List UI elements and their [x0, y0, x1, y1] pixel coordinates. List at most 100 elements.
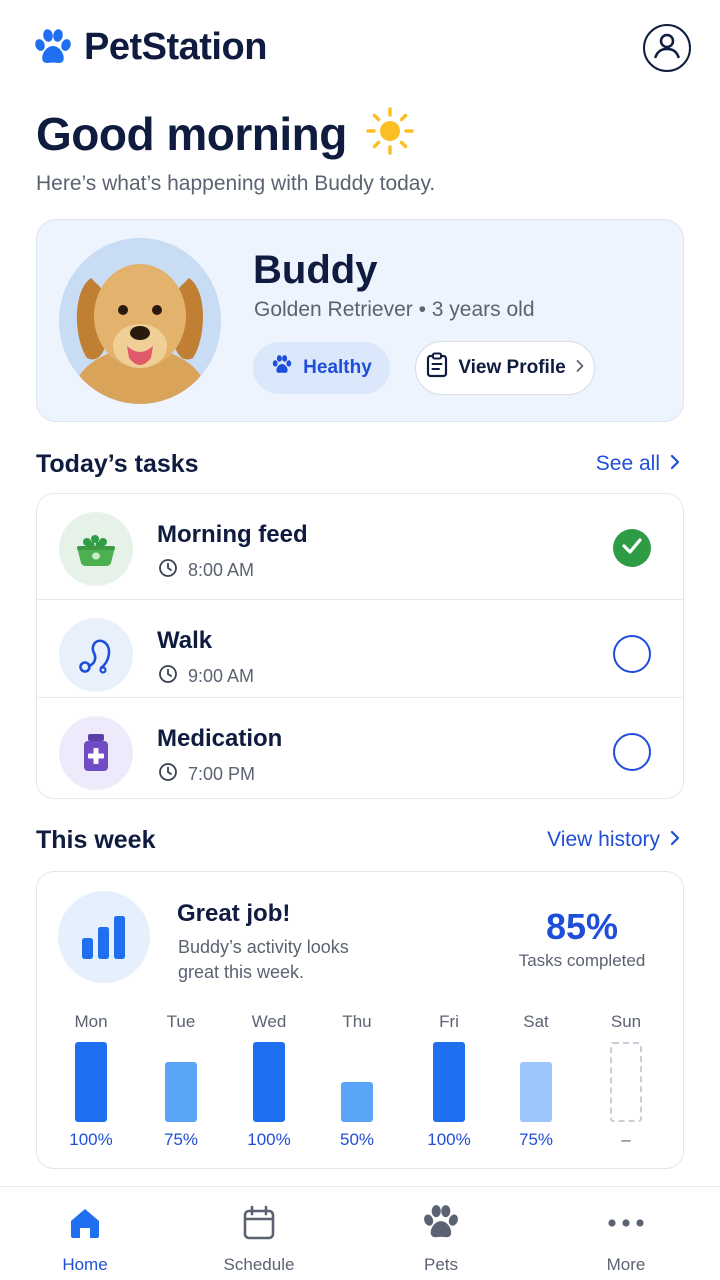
greeting-subtitle: Here’s what’s happening with Buddy today… [36, 172, 436, 195]
day-value: 100% [69, 1130, 113, 1149]
task-time: 8:00 AM [158, 558, 254, 583]
view-profile-label: View Profile [458, 357, 566, 378]
activity-bar [165, 1062, 197, 1122]
nav-more[interactable]: More [576, 1203, 676, 1275]
chevron-right-icon [670, 452, 680, 476]
bar-track [520, 1042, 552, 1122]
greeting: Good morning [36, 106, 415, 161]
bar-track [165, 1042, 197, 1122]
task-complete-checkbox[interactable] [613, 733, 651, 771]
day-label: Fri [439, 1012, 459, 1031]
activity-bar [75, 1042, 107, 1122]
task-name: Morning feed [157, 521, 308, 548]
task-time: 7:00 PM [158, 762, 255, 787]
pet-card[interactable]: Buddy Golden Retriever • 3 years old Hea… [36, 219, 684, 422]
nav-schedule-label: Schedule [223, 1255, 295, 1274]
day-value: 75% [163, 1130, 199, 1149]
pet-avatar [59, 238, 221, 404]
day-column: Wed 100% [234, 1012, 304, 1149]
nav-pets-label: Pets [423, 1255, 459, 1274]
day-label: Tue [166, 1012, 196, 1031]
completion-percent: 85% [545, 906, 619, 947]
activity-bar [520, 1062, 552, 1122]
bar-track [433, 1042, 465, 1122]
view-profile-button[interactable]: View Profile [415, 341, 595, 395]
food-bowl-icon [59, 512, 133, 586]
day-label: Wed [251, 1012, 287, 1031]
task-row[interactable]: Walk 9:00 AM [37, 599, 683, 699]
task-time-label: 7:00 PM [188, 764, 256, 784]
leash-icon [59, 618, 133, 692]
see-all-link[interactable]: See all [596, 452, 680, 476]
home-icon [35, 1203, 135, 1243]
activity-bar [253, 1042, 285, 1122]
clock-icon [158, 558, 178, 583]
brand-name: PetStation [84, 26, 267, 68]
bar-chart-icon [58, 891, 150, 983]
page-title: Good morning [36, 107, 347, 160]
chevron-right-icon [575, 357, 585, 379]
account-button[interactable] [643, 24, 691, 72]
day-column: Thu 50% [322, 1012, 392, 1149]
task-name: Walk [157, 627, 213, 654]
bar-track [75, 1042, 107, 1122]
nav-home-label: Home [62, 1255, 108, 1274]
clock-icon [158, 762, 178, 787]
week-headline: Great job! [177, 900, 291, 927]
paw-icon [32, 27, 74, 69]
bar-track [341, 1042, 373, 1122]
task-name: Medication [157, 725, 283, 752]
bar-track [610, 1042, 642, 1122]
day-label: Thu [342, 1012, 372, 1031]
week-description: Buddy’s activity looks great this week. [178, 937, 349, 982]
pet-age: 3 years old [431, 298, 535, 321]
bar-track [253, 1042, 285, 1122]
day-label: Mon [74, 1012, 108, 1031]
nav-home[interactable]: Home [35, 1203, 135, 1275]
paw-icon [271, 354, 293, 382]
day-column: Sat 75% [501, 1012, 571, 1149]
paw-icon [391, 1203, 491, 1243]
nav-more-label: More [606, 1255, 646, 1274]
task-time-label: 8:00 AM [188, 560, 255, 580]
view-history-label: View history [547, 828, 660, 851]
task-complete-checkbox[interactable] [613, 635, 651, 673]
medicine-bottle-icon [59, 716, 133, 790]
brand[interactable]: PetStation [32, 26, 267, 69]
checkmark-icon [621, 537, 643, 560]
app-header: PetStation [0, 0, 720, 96]
task-time-label: 9:00 AM [188, 666, 255, 686]
pet-breed: Golden Retriever [254, 298, 413, 321]
task-row[interactable]: Medication 7:00 PM [37, 697, 683, 797]
weekly-summary-card: Great job! Buddy’s activity looks great … [36, 871, 684, 1169]
status-badge: Healthy [253, 342, 390, 394]
chevron-right-icon [670, 828, 680, 852]
day-value: 100% [247, 1130, 291, 1149]
day-column: Tue 75% [146, 1012, 216, 1149]
activity-bar [433, 1042, 465, 1122]
status-label: Healthy [303, 357, 372, 378]
day-value: – [621, 1130, 631, 1149]
clock-icon [158, 664, 178, 689]
activity-bar-empty [610, 1042, 642, 1122]
nav-pets[interactable]: Pets [391, 1203, 491, 1275]
calendar-icon [209, 1203, 309, 1243]
completion-label: Tasks completed [518, 951, 646, 970]
day-column: Fri 100% [414, 1012, 484, 1149]
tasks-section-title: Today’s tasks [36, 450, 199, 478]
pet-details: Golden Retriever • 3 years old [254, 298, 535, 322]
task-complete-checkbox[interactable] [613, 529, 651, 567]
activity-bar [341, 1082, 373, 1122]
see-all-label: See all [595, 452, 660, 475]
day-column: Mon 100% [56, 1012, 126, 1149]
clipboard-icon [425, 352, 449, 384]
day-label: Sun [610, 1012, 642, 1031]
day-value: 75% [518, 1130, 554, 1149]
pet-name: Buddy [253, 248, 378, 292]
bottom-navigation: Home Schedule Pets More [0, 1186, 720, 1280]
nav-schedule[interactable]: Schedule [209, 1203, 309, 1275]
view-history-link[interactable]: View history [547, 828, 680, 852]
task-row[interactable]: Morning feed 8:00 AM [37, 494, 683, 594]
user-circle-icon [651, 30, 683, 67]
tasks-list: Morning feed 8:00 AM Walk 9:00 AM Medica… [36, 493, 684, 799]
